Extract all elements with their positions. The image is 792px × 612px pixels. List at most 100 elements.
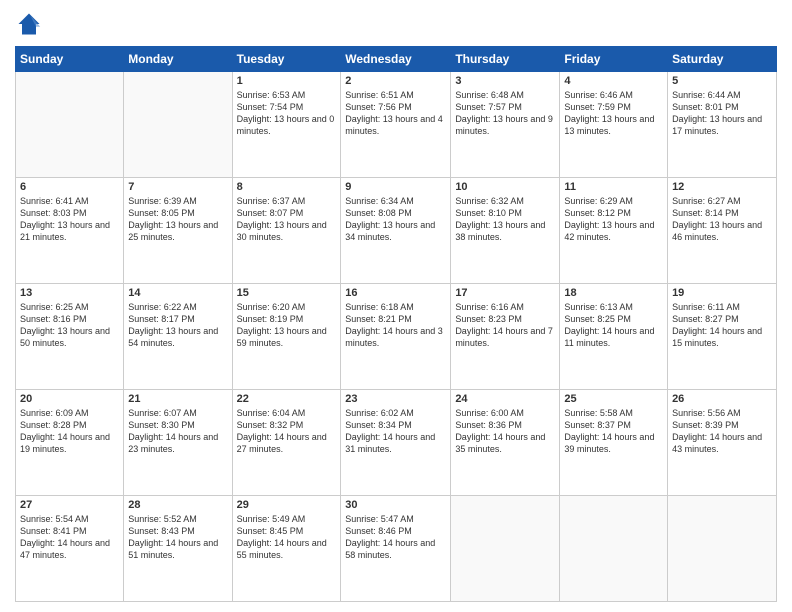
day-number: 26 xyxy=(672,393,772,405)
day-cell: 18Sunrise: 6:13 AM Sunset: 8:25 PM Dayli… xyxy=(560,284,668,390)
day-cell: 11 Sunrise: 6:29 AM Sunset: 8:12 PM Dayli… xyxy=(560,178,668,284)
day-number: 10 xyxy=(455,181,555,193)
day-cell: 14Sunrise: 6:22 AM Sunset: 8:17 PM Dayli… xyxy=(124,284,232,390)
day-number: 27 xyxy=(20,499,119,511)
day-number: 8 xyxy=(237,181,337,193)
day-info: Sunrise: 6:39 AM Sunset: 8:05 PM Dayligh… xyxy=(128,195,227,244)
day-info: Sunrise: 6:46 AM Sunset: 7:59 PM Dayligh… xyxy=(564,89,663,138)
week-row-1: 1 Sunrise: 6:53 AM Sunset: 7:54 PM Daylig… xyxy=(16,72,777,178)
day-info: Sunrise: 6:04 AM Sunset: 8:32 PM Dayligh… xyxy=(237,407,337,456)
day-number: 3 xyxy=(455,75,555,87)
day-number: 21 xyxy=(128,393,227,405)
day-number: 23 xyxy=(345,393,446,405)
week-row-5: 27 Sunrise: 5:54 AM Sunset: 8:41 PM Dayli… xyxy=(16,496,777,602)
day-cell: 12 Sunrise: 6:27 AM Sunset: 8:14 PM Dayli… xyxy=(668,178,777,284)
day-cell: 6 Sunrise: 6:41 AM Sunset: 8:03 PM Daylig… xyxy=(16,178,124,284)
day-info: Sunrise: 6:34 AM Sunset: 8:08 PM Dayligh… xyxy=(345,195,446,244)
day-number: 22 xyxy=(237,393,337,405)
day-info: Sunrise: 6:02 AM Sunset: 8:34 PM Dayligh… xyxy=(345,407,446,456)
day-info: Sunrise: 6:53 AM Sunset: 7:54 PM Dayligh… xyxy=(237,89,337,138)
day-cell: 17Sunrise: 6:16 AM Sunset: 8:23 PM Dayli… xyxy=(451,284,560,390)
day-number: 4 xyxy=(564,75,663,87)
day-cell: 22 Sunrise: 6:04 AM Sunset: 8:32 PM Dayli… xyxy=(232,390,341,496)
day-info: Sunrise: 6:18 AM Sunset: 8:21 PM Dayligh… xyxy=(345,301,446,350)
day-info: Sunrise: 6:37 AM Sunset: 8:07 PM Dayligh… xyxy=(237,195,337,244)
day-info: Sunrise: 6:22 AM Sunset: 8:17 PM Dayligh… xyxy=(128,301,227,350)
day-number: 17 xyxy=(455,287,555,299)
day-number: 30 xyxy=(345,499,446,511)
day-number: 13 xyxy=(20,287,119,299)
day-info: Sunrise: 6:00 AM Sunset: 8:36 PM Dayligh… xyxy=(455,407,555,456)
day-number: 1 xyxy=(237,75,337,87)
day-number: 16 xyxy=(345,287,446,299)
day-info: Sunrise: 5:54 AM Sunset: 8:41 PM Dayligh… xyxy=(20,513,119,562)
day-cell: 3 Sunrise: 6:48 AM Sunset: 7:57 PM Daylig… xyxy=(451,72,560,178)
day-number: 7 xyxy=(128,181,227,193)
day-cell: 10 Sunrise: 6:32 AM Sunset: 8:10 PM Dayli… xyxy=(451,178,560,284)
day-cell: 20Sunrise: 6:09 AM Sunset: 8:28 PM Dayli… xyxy=(16,390,124,496)
weekday-sunday: Sunday xyxy=(16,47,124,72)
day-cell xyxy=(16,72,124,178)
day-number: 6 xyxy=(20,181,119,193)
weekday-tuesday: Tuesday xyxy=(232,47,341,72)
day-cell xyxy=(451,496,560,602)
day-info: Sunrise: 5:47 AM Sunset: 8:46 PM Dayligh… xyxy=(345,513,446,562)
day-cell: 1 Sunrise: 6:53 AM Sunset: 7:54 PM Daylig… xyxy=(232,72,341,178)
day-cell: 25 Sunrise: 5:58 AM Sunset: 8:37 PM Dayli… xyxy=(560,390,668,496)
day-cell: 23 Sunrise: 6:02 AM Sunset: 8:34 PM Dayli… xyxy=(341,390,451,496)
day-info: Sunrise: 6:20 AM Sunset: 8:19 PM Dayligh… xyxy=(237,301,337,350)
day-info: Sunrise: 5:49 AM Sunset: 8:45 PM Dayligh… xyxy=(237,513,337,562)
day-cell: 19Sunrise: 6:11 AM Sunset: 8:27 PM Dayli… xyxy=(668,284,777,390)
day-cell: 27 Sunrise: 5:54 AM Sunset: 8:41 PM Dayli… xyxy=(16,496,124,602)
day-info: Sunrise: 5:52 AM Sunset: 8:43 PM Dayligh… xyxy=(128,513,227,562)
weekday-saturday: Saturday xyxy=(668,47,777,72)
day-info: Sunrise: 6:11 AM Sunset: 8:27 PM Dayligh… xyxy=(672,301,772,350)
weekday-header-row: SundayMondayTuesdayWednesdayThursdayFrid… xyxy=(16,47,777,72)
day-cell: 13 Sunrise: 6:25 AM Sunset: 8:16 PM Dayli… xyxy=(16,284,124,390)
day-number: 2 xyxy=(345,75,446,87)
day-number: 28 xyxy=(128,499,227,511)
day-number: 12 xyxy=(672,181,772,193)
day-cell: 21 Sunrise: 6:07 AM Sunset: 8:30 PM Dayli… xyxy=(124,390,232,496)
day-cell: 24 Sunrise: 6:00 AM Sunset: 8:36 PM Dayli… xyxy=(451,390,560,496)
day-cell: 15 Sunrise: 6:20 AM Sunset: 8:19 PM Dayli… xyxy=(232,284,341,390)
weekday-monday: Monday xyxy=(124,47,232,72)
day-info: Sunrise: 6:25 AM Sunset: 8:16 PM Dayligh… xyxy=(20,301,119,350)
day-number: 29 xyxy=(237,499,337,511)
day-cell: 8 Sunrise: 6:37 AM Sunset: 8:07 PM Daylig… xyxy=(232,178,341,284)
day-info: Sunrise: 5:58 AM Sunset: 8:37 PM Dayligh… xyxy=(564,407,663,456)
day-number: 18 xyxy=(564,287,663,299)
day-cell: 2 Sunrise: 6:51 AM Sunset: 7:56 PM Daylig… xyxy=(341,72,451,178)
weekday-wednesday: Wednesday xyxy=(341,47,451,72)
day-info: Sunrise: 6:27 AM Sunset: 8:14 PM Dayligh… xyxy=(672,195,772,244)
weekday-thursday: Thursday xyxy=(451,47,560,72)
day-info: Sunrise: 6:29 AM Sunset: 8:12 PM Dayligh… xyxy=(564,195,663,244)
day-info: Sunrise: 6:41 AM Sunset: 8:03 PM Dayligh… xyxy=(20,195,119,244)
day-info: Sunrise: 6:48 AM Sunset: 7:57 PM Dayligh… xyxy=(455,89,555,138)
week-row-4: 20Sunrise: 6:09 AM Sunset: 8:28 PM Dayli… xyxy=(16,390,777,496)
day-info: Sunrise: 6:32 AM Sunset: 8:10 PM Dayligh… xyxy=(455,195,555,244)
logo xyxy=(15,10,47,38)
day-cell: 30 Sunrise: 5:47 AM Sunset: 8:46 PM Dayli… xyxy=(341,496,451,602)
day-info: Sunrise: 6:51 AM Sunset: 7:56 PM Dayligh… xyxy=(345,89,446,138)
weekday-friday: Friday xyxy=(560,47,668,72)
day-cell: 7 Sunrise: 6:39 AM Sunset: 8:05 PM Daylig… xyxy=(124,178,232,284)
day-number: 11 xyxy=(564,181,663,193)
day-number: 15 xyxy=(237,287,337,299)
day-number: 25 xyxy=(564,393,663,405)
day-info: Sunrise: 5:56 AM Sunset: 8:39 PM Dayligh… xyxy=(672,407,772,456)
day-cell xyxy=(124,72,232,178)
day-number: 5 xyxy=(672,75,772,87)
day-cell: 29 Sunrise: 5:49 AM Sunset: 8:45 PM Dayli… xyxy=(232,496,341,602)
day-info: Sunrise: 6:07 AM Sunset: 8:30 PM Dayligh… xyxy=(128,407,227,456)
day-number: 9 xyxy=(345,181,446,193)
day-cell: 16 Sunrise: 6:18 AM Sunset: 8:21 PM Dayli… xyxy=(341,284,451,390)
week-row-3: 13 Sunrise: 6:25 AM Sunset: 8:16 PM Dayli… xyxy=(16,284,777,390)
week-row-2: 6 Sunrise: 6:41 AM Sunset: 8:03 PM Daylig… xyxy=(16,178,777,284)
calendar-table: SundayMondayTuesdayWednesdayThursdayFrid… xyxy=(15,46,777,602)
page: SundayMondayTuesdayWednesdayThursdayFrid… xyxy=(0,0,792,612)
day-cell xyxy=(560,496,668,602)
day-cell: 9 Sunrise: 6:34 AM Sunset: 8:08 PM Daylig… xyxy=(341,178,451,284)
day-info: Sunrise: 6:09 AM Sunset: 8:28 PM Dayligh… xyxy=(20,407,119,456)
day-number: 24 xyxy=(455,393,555,405)
